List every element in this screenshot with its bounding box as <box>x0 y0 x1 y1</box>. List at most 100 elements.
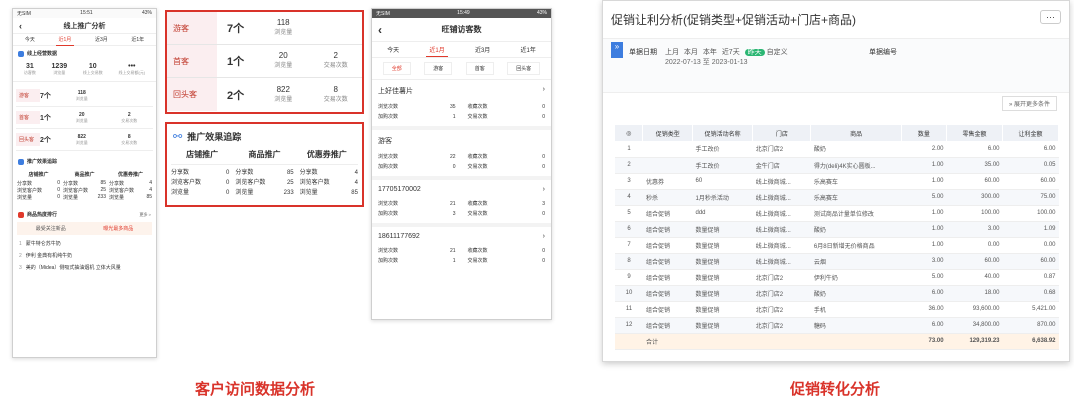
visitor-row[interactable]: 游客 7个 118 浏览量 <box>16 85 153 107</box>
list-item[interactable]: 17705170002 › 浏览次数 21 收藏次数 3 加购次数 3 交易次数 0 <box>372 180 551 227</box>
visitor-row[interactable]: 首客 1个 20 浏览量 2 交易次数 <box>167 45 362 78</box>
rank-tabs: 最受关注新品 曝光最多商品 <box>17 222 152 235</box>
visitor-row[interactable]: 回头客 2个 822 浏览量 8 交易次数 <box>167 78 362 111</box>
table-cell: 300.00 <box>946 189 1003 206</box>
more-button[interactable]: ··· <box>1040 9 1061 24</box>
metric-label: 浏览量 <box>75 139 88 145</box>
table-cell: 数量促销 <box>692 237 753 254</box>
tab-today[interactable]: 今天 <box>22 34 38 45</box>
filter-all[interactable]: 全部 <box>382 62 411 75</box>
table-cell: 数量促销 <box>692 285 753 302</box>
stat-label: 线上交易额(元) <box>118 70 146 75</box>
table-row[interactable]: 10 组合促销 数量促销 北京门店2 酸奶 6.00 18.00 0.68 <box>615 285 1059 302</box>
rank-tab-exposure[interactable]: 曝光最多商品 <box>85 222 153 235</box>
list-item[interactable]: 1 蒙牛特仑苏牛奶 <box>19 238 150 250</box>
col-retail[interactable]: 零售金额 <box>946 125 1003 141</box>
list-item[interactable]: 18611177692 › 浏览次数 21 收藏次数 0 加购次数 1 交易次数 0 <box>372 227 551 270</box>
tab-year[interactable]: 近1年 <box>518 43 539 56</box>
list-item[interactable]: 上好佳薯片 › 浏览次数 35 收藏次数 0 加购次数 1 交易次数 0 <box>372 80 551 130</box>
promo-cell: 浏览客户数 25 <box>235 178 299 188</box>
metric-cell: 822 浏览量 <box>58 134 106 146</box>
collapse-toggle-icon[interactable]: » <box>611 42 623 58</box>
back-icon[interactable]: ‹ <box>378 23 382 37</box>
more-link[interactable]: 更多 > <box>140 212 151 218</box>
visitor-name: 17705170002 <box>378 186 421 193</box>
report-table: ◎ 促销类型 促销活动名称 门店 商品 数量 零售金额 让利金额 1 手工改价 北京… <box>615 125 1059 350</box>
list-item[interactable]: 游客 浏览次数 22 收藏次数 0 加购次数 0 交易次数 0 <box>372 130 551 180</box>
table-cell: 酸奶 <box>810 141 902 158</box>
nav-bar: ‹ 线上推广分析 <box>13 18 156 34</box>
table-cell: 优惠券 <box>642 173 693 190</box>
col-select[interactable]: ◎ <box>615 125 644 141</box>
date-opt-7days[interactable]: 近7天 <box>722 49 740 56</box>
table-row[interactable]: 2 手工改价 金牛门店 得力(deli)4K实心圆板... 1.00 35.00 0.05 <box>615 157 1059 174</box>
table-row[interactable]: 7 组合促销 数量促销 线上微商城... 6月8日新增无价格商品 1.00 0.00 0.00 <box>615 237 1059 254</box>
table-cell: 4 <box>615 189 643 206</box>
promo-line-label: 分享数 <box>63 181 79 187</box>
col-goods[interactable]: 商品 <box>810 125 902 141</box>
table-cell: 12 <box>615 317 643 334</box>
date-opt-custom[interactable]: 自定义 <box>767 49 788 56</box>
table-row[interactable]: 6 组合促销 数量促销 线上微商城... 酸奶 1.00 3.00 1.09 <box>615 221 1059 238</box>
visitor-row[interactable]: 游客 7个 118 浏览量 <box>167 12 362 45</box>
promo-line: 分享数 0 <box>17 180 60 187</box>
share-icon: ⚯ <box>173 131 183 143</box>
total-discount: 6,638.92 <box>1002 333 1059 350</box>
date-badge[interactable]: 昨天 <box>744 49 765 56</box>
table-cell: 线上微商城... <box>752 221 811 238</box>
tab-3month[interactable]: 近3月 <box>92 34 111 45</box>
table-cell: 酸奶 <box>810 285 902 302</box>
rank-tab-new[interactable]: 最受关注新品 <box>17 222 85 235</box>
table-cell: 伊利牛奶 <box>810 269 902 286</box>
table-cell: 数量促销 <box>692 301 753 318</box>
table-row[interactable]: 11 组合促销 数量促销 北京门店2 手机 36.00 93,600.00 5,421.00 <box>615 301 1059 318</box>
list-item[interactable]: 2 伊利 金典有机纯牛奶 <box>19 250 150 262</box>
date-opt-last-month[interactable]: 上月 <box>665 49 679 56</box>
filter-returning[interactable]: 回头客 <box>507 62 541 75</box>
table-cell: 2 <box>615 157 643 174</box>
visitor-row[interactable]: 首客 1个 20 浏览量 2 交易次数 <box>16 107 153 129</box>
table-cell: 60.00 <box>946 173 1003 190</box>
expand-button[interactable]: » 展开更多条件 <box>1001 96 1057 111</box>
list-item[interactable]: 3 美的（Midea）侧吸式抽油烟机 立体大风量 <box>19 262 150 274</box>
date-opt-this-year[interactable]: 本年 <box>703 49 717 56</box>
table-row[interactable]: 1 手工改价 北京门店2 酸奶 2.00 6.00 6.00 <box>615 141 1059 158</box>
date-opt-this-month[interactable]: 本月 <box>684 49 698 56</box>
tab-month[interactable]: 近1月 <box>426 43 448 57</box>
visitor-metrics: 浏览次数 21 收藏次数 3 <box>378 199 545 209</box>
table-cell: 1.09 <box>1002 221 1059 238</box>
table-row[interactable]: 3 优惠券 60 线上微商城... 乐高赛车 1.00 60.00 60.00 <box>615 173 1059 190</box>
table-row[interactable]: 8 组合促销 数量促销 线上微商城... 云烟 3.00 60.00 60.00 <box>615 253 1059 270</box>
table-cell: 得力(deli)4K实心圆板... <box>810 157 902 174</box>
col-promo-type[interactable]: 促销类型 <box>642 125 693 141</box>
table-cell: 0.68 <box>1002 285 1059 302</box>
visitor-metrics: 加购次数 1 交易次数 0 <box>378 256 545 266</box>
back-icon[interactable]: ‹ <box>19 21 22 31</box>
metric-value: 1 <box>452 258 456 264</box>
col-qty[interactable]: 数量 <box>901 125 948 141</box>
table-row[interactable]: 9 组合促销 数量促销 北京门店2 伊利牛奶 5.00 40.00 0.87 <box>615 269 1059 286</box>
table-cell: 3 <box>615 173 643 190</box>
rank-list: 1 蒙牛特仑苏牛奶 2 伊利 金典有机纯牛奶 3 美的（Midea）侧吸式抽油烟机 立… <box>13 235 156 277</box>
table-row[interactable]: 5 组合促销 ddd 线上微商城... 测试商品计量单位修改 1.00 100.00 100.… <box>615 205 1059 222</box>
tab-3month[interactable]: 近3月 <box>472 43 493 56</box>
metric-label: 收藏次数 <box>467 248 488 254</box>
table-row[interactable]: 4 秒杀 1月秒杀活动 线上微商城... 乐高赛车 5.00 300.00 75.00 <box>615 189 1059 206</box>
tab-today[interactable]: 今天 <box>384 43 402 56</box>
visitor-row[interactable]: 回头客 2个 822 浏览量 8 交易次数 <box>16 129 153 151</box>
tab-year[interactable]: 近1年 <box>128 34 147 45</box>
promo-line-label: 浏览客户数 <box>109 188 135 194</box>
promo-line: 浏览客户数 0 浏览客户数 25 浏览客户数 4 <box>171 178 358 188</box>
col-store[interactable]: 门店 <box>752 125 812 141</box>
tab-month[interactable]: 近1月 <box>55 34 75 46</box>
promo-line: 浏览客户数 0 <box>17 187 60 194</box>
table-row[interactable]: 12 组合促销 数量促销 北京门店2 糖码 6.00 34,800.00 870.00 <box>615 317 1059 334</box>
filter-tourist[interactable]: 游客 <box>424 62 453 75</box>
phone-screen-visitors: 无SIM 15:49 43% ‹ 旺铺访客数 今天 近1月 近3月 近1年 全部… <box>371 8 552 320</box>
visitor-type-label: 游客 <box>16 89 40 102</box>
col-discount[interactable]: 让利金额 <box>1002 125 1059 141</box>
table-cell: 数量促销 <box>692 253 753 270</box>
col-promo-name[interactable]: 促销活动名称 <box>692 125 754 141</box>
promo-line-label: 分享数 <box>235 170 254 176</box>
filter-first[interactable]: 首客 <box>465 62 494 75</box>
